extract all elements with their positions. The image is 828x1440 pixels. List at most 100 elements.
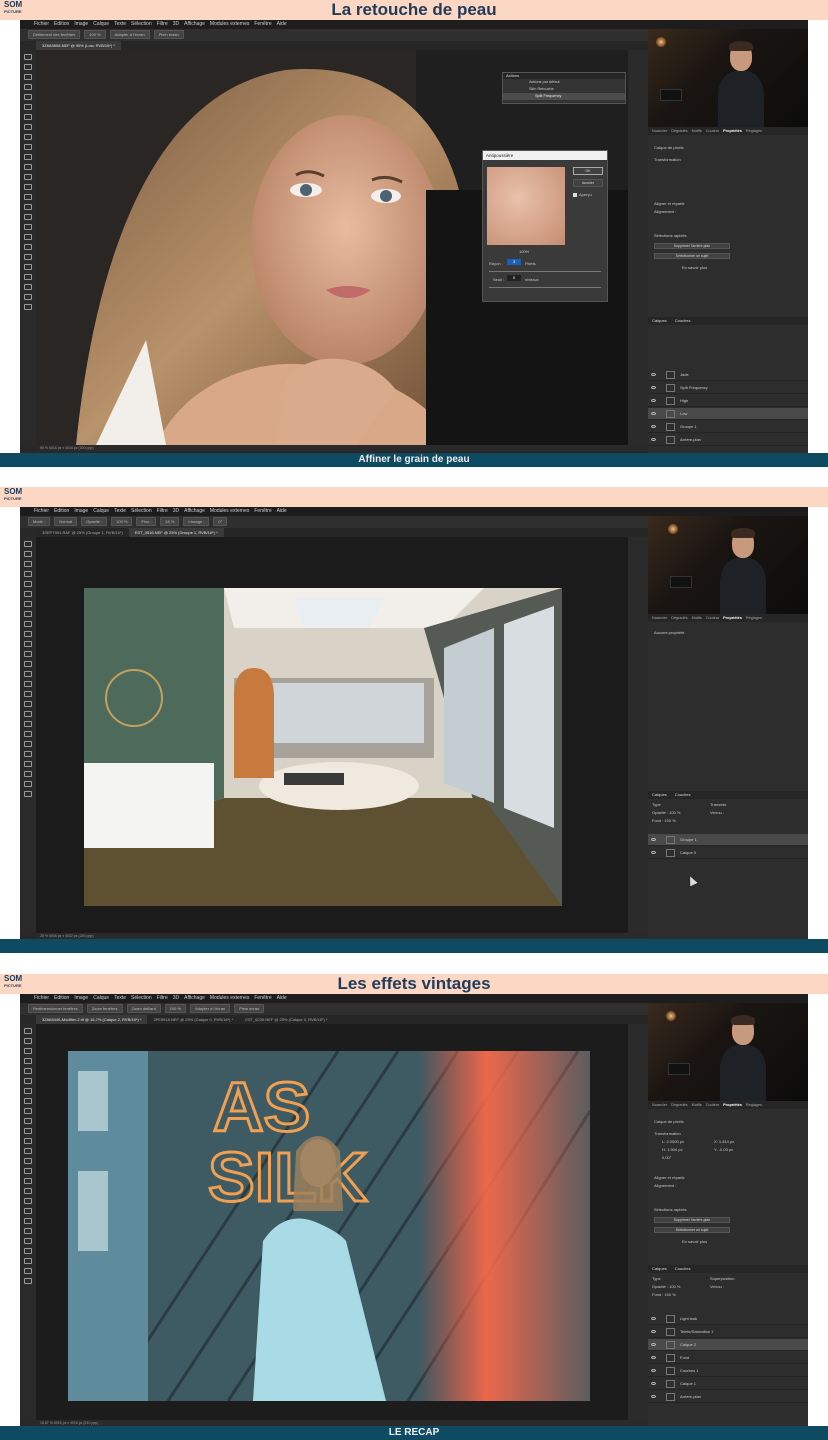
menu-item[interactable]: Calque (93, 21, 109, 27)
tool-button-icon[interactable] (24, 551, 32, 557)
menu-item[interactable]: Fenêtre (254, 21, 271, 27)
layer-row[interactable]: Teinte/Saturation 1 (648, 1326, 808, 1338)
tool-button-icon[interactable] (24, 154, 32, 160)
radius-slider[interactable] (489, 271, 601, 272)
tool-button-icon[interactable] (24, 134, 32, 140)
properties-tabs[interactable]: Nuancier Dégradés Motifs Couleur Propriétés R… (648, 614, 808, 622)
document-tab[interactable]: 3PE5918.NEF @ 25% (Calque 0, RVB/16*) * (147, 1015, 239, 1024)
panel-tab[interactable]: Couleur (706, 616, 719, 620)
menu-item[interactable]: Calque (93, 508, 109, 514)
panel-tab[interactable]: Couleur (706, 129, 719, 133)
layer-row[interactable]: Fond (648, 1352, 808, 1364)
tool-button-icon[interactable] (24, 1098, 32, 1104)
tool-button-icon[interactable] (24, 1148, 32, 1154)
visibility-eye-icon[interactable] (651, 1382, 656, 1385)
panel-tab[interactable]: Propriétés (723, 1103, 742, 1107)
visibility-eye-icon[interactable] (651, 373, 656, 376)
option-control[interactable]: 100 % (84, 30, 106, 39)
quick-action-button[interactable]: Supprimer l'arrière-plan (654, 1217, 730, 1223)
tool-button-icon[interactable] (24, 631, 32, 637)
tool-button-icon[interactable] (24, 1218, 32, 1224)
tool-button-icon[interactable] (24, 274, 32, 280)
tool-button-icon[interactable] (24, 601, 32, 607)
menu-item[interactable]: Texte (114, 21, 126, 27)
menu-item[interactable]: Fichier (34, 21, 49, 27)
tool-button-icon[interactable] (24, 74, 32, 80)
menu-item[interactable]: Sélection (131, 508, 152, 514)
property-label[interactable]: En savoir plus (682, 1239, 707, 1244)
panel-tab[interactable]: Dégradés (671, 616, 687, 620)
layer-row[interactable]: Jade (648, 369, 808, 381)
tool-button-icon[interactable] (24, 741, 32, 747)
option-control[interactable]: Adapter à l'écran (190, 1004, 231, 1013)
tool-button-icon[interactable] (24, 541, 32, 547)
layer-row[interactable]: Groupe 1 (648, 421, 808, 433)
tool-button-icon[interactable] (24, 561, 32, 567)
layer-option[interactable]: Fond : 100 % (652, 818, 676, 823)
visibility-eye-icon[interactable] (651, 1369, 656, 1372)
canvas-area[interactable]: Actions Actions par défaut Skin Retouche… (36, 50, 628, 445)
menu-item[interactable]: Modules externes (210, 508, 249, 514)
tool-button-icon[interactable] (24, 64, 32, 70)
menu-item[interactable]: 3D (173, 995, 179, 1001)
menu-item[interactable]: Edition (54, 21, 69, 27)
layer-row[interactable]: Calque 2 (648, 1339, 808, 1351)
panel-tab[interactable]: Réglages (746, 1103, 762, 1107)
tool-button-icon[interactable] (24, 1108, 32, 1114)
panel-tab[interactable]: Nuancier (652, 1103, 667, 1107)
tool-button-icon[interactable] (24, 94, 32, 100)
layer-option[interactable]: Type (652, 1276, 661, 1281)
visibility-eye-icon[interactable] (651, 1356, 656, 1359)
preview-thumbnail[interactable] (487, 167, 565, 245)
menu-item[interactable]: Aide (277, 995, 287, 1001)
tool-button-icon[interactable] (24, 761, 32, 767)
transform-field[interactable]: 0,00° (662, 1155, 671, 1160)
tool-button-icon[interactable] (24, 1138, 32, 1144)
layer-option[interactable]: Verrou : (710, 810, 724, 815)
visibility-eye-icon[interactable] (651, 1343, 656, 1346)
tool-button-icon[interactable] (24, 781, 32, 787)
layers-header[interactable]: Calques Couches (648, 317, 808, 325)
tool-button-icon[interactable] (24, 641, 32, 647)
menu-item[interactable]: Aide (277, 508, 287, 514)
tool-button-icon[interactable] (24, 751, 32, 757)
tool-button-icon[interactable] (24, 114, 32, 120)
tool-button-icon[interactable] (24, 611, 32, 617)
menu-item[interactable]: Fenêtre (254, 995, 271, 1001)
menu-item[interactable]: Edition (54, 995, 69, 1001)
menu-item[interactable]: Fichier (34, 995, 49, 1001)
option-control[interactable]: Défilement des fenêtres (28, 30, 81, 39)
option-control[interactable]: Plein écran (153, 30, 184, 39)
tool-button-icon[interactable] (24, 224, 32, 230)
tool-button-icon[interactable] (24, 1088, 32, 1094)
tool-button-icon[interactable] (24, 721, 32, 727)
transform-field[interactable]: L: 2.0000 px (662, 1139, 684, 1144)
option-control[interactable]: Zoom défilant (126, 1004, 161, 1013)
tool-button-icon[interactable] (24, 1038, 32, 1044)
visibility-eye-icon[interactable] (651, 1395, 656, 1398)
tool-button-icon[interactable] (24, 1028, 32, 1034)
menu-item[interactable]: Modules externes (210, 995, 249, 1001)
tool-button-icon[interactable] (24, 651, 32, 657)
panel-tab[interactable]: Dégradés (671, 1103, 687, 1107)
layers-tab[interactable]: Couches (675, 318, 691, 323)
layer-row[interactable]: Calque 0 (648, 847, 808, 859)
tool-button-icon[interactable] (24, 214, 32, 220)
document-tab[interactable]: 3SEPT991.RAF @ 25% (Groupe 1, RVB/16*) (36, 528, 129, 537)
tool-button-icon[interactable] (24, 1058, 32, 1064)
tool-button-icon[interactable] (24, 164, 32, 170)
menu-item[interactable]: Affichage (184, 21, 205, 27)
tool-button-icon[interactable] (24, 204, 32, 210)
tool-button-icon[interactable] (24, 1078, 32, 1084)
menu-item[interactable]: Fichier (34, 508, 49, 514)
tool-button-icon[interactable] (24, 711, 32, 717)
menu-item[interactable]: Filtre (157, 508, 168, 514)
cancel-button[interactable]: Annuler (573, 179, 603, 187)
property-label[interactable]: En savoir plus (682, 265, 707, 270)
tool-button-icon[interactable] (24, 254, 32, 260)
panel-tab[interactable]: Dégradés (671, 129, 687, 133)
menu-item[interactable]: Filtre (157, 995, 168, 1001)
tool-button-icon[interactable] (24, 184, 32, 190)
visibility-eye-icon[interactable] (651, 425, 656, 428)
threshold-input[interactable]: 0 (507, 275, 521, 281)
